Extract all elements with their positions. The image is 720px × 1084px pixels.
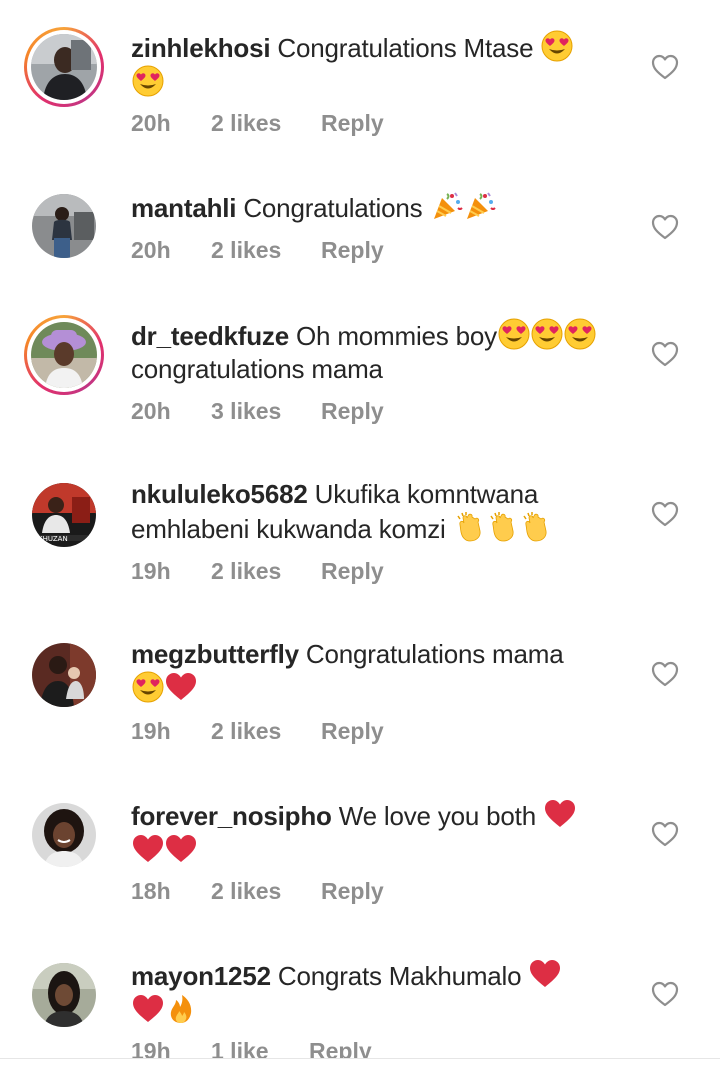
comment-likes[interactable]: 2 likes — [211, 237, 281, 264]
avatar[interactable] — [24, 186, 104, 266]
comment-likes[interactable]: 2 likes — [211, 558, 281, 585]
comment-text: mayon1252 Congrats Makhumalo — [131, 958, 621, 1028]
clap-emoji-icon — [454, 511, 486, 543]
comment-text: megzbutterfly Congratulations mama — [131, 638, 621, 706]
comment-body: Oh mommies boy — [296, 321, 497, 351]
comment-body: Congratulations — [243, 193, 423, 223]
comment-time: 20h — [131, 398, 171, 424]
clap-emoji-icon — [487, 511, 519, 543]
avatar[interactable] — [24, 955, 104, 1035]
comment-likes[interactable]: 2 likes — [211, 878, 281, 905]
comment-body-line2: congratulations mama — [131, 354, 383, 384]
red-heart-emoji-icon — [165, 671, 197, 703]
heart-eyes-emoji-icon — [564, 318, 596, 350]
comment-body-line2: emhlabeni kukwanda komzi — [131, 514, 446, 544]
like-heart-icon[interactable] — [651, 341, 679, 367]
comment-time: 20h — [131, 110, 171, 136]
reply-button[interactable]: Reply — [321, 558, 384, 585]
comment-body: Ukufika komntwana — [314, 479, 539, 509]
comment-time: 18h — [131, 878, 171, 904]
comment-time: 20h — [131, 237, 171, 263]
red-heart-emoji-icon — [529, 958, 561, 990]
comment-text: zinhlekhosi Congratulations Mtase — [131, 30, 621, 100]
fire-emoji-icon — [165, 993, 197, 1025]
avatar[interactable] — [24, 795, 104, 875]
comment-input-bar — [0, 1058, 720, 1084]
comment-username[interactable]: mayon1252 — [131, 961, 271, 991]
comment-time: 19h — [131, 718, 171, 744]
comment-likes[interactable]: 2 likes — [211, 110, 281, 137]
comment-likes[interactable]: 3 likes — [211, 398, 281, 425]
clap-emoji-icon — [520, 511, 552, 543]
heart-eyes-emoji-icon — [541, 30, 573, 62]
red-heart-emoji-icon — [544, 798, 576, 830]
party-popper-emoji-icon — [464, 190, 496, 222]
avatar[interactable] — [24, 635, 104, 715]
reply-button[interactable]: Reply — [321, 398, 384, 425]
comment-body: Congratulations mama — [305, 639, 564, 669]
comment-username[interactable]: mantahli — [131, 193, 237, 223]
reply-button[interactable]: Reply — [321, 110, 384, 137]
like-heart-icon[interactable] — [651, 821, 679, 847]
like-heart-icon[interactable] — [651, 214, 679, 240]
heart-eyes-emoji-icon — [132, 65, 164, 97]
avatar[interactable] — [24, 315, 104, 395]
comment-username[interactable]: nkululeko5682 — [131, 479, 308, 509]
red-heart-emoji-icon — [132, 833, 164, 865]
comment-time: 19h — [131, 558, 171, 584]
comment-body: Congratulations Mtase — [277, 33, 534, 63]
comment-text: dr_teedkfuze Oh mommies boy congratulati… — [131, 318, 621, 386]
avatar[interactable] — [24, 27, 104, 107]
red-heart-emoji-icon — [132, 993, 164, 1025]
party-popper-emoji-icon — [431, 190, 463, 222]
like-heart-icon[interactable] — [651, 54, 679, 80]
like-heart-icon[interactable] — [651, 981, 679, 1007]
heart-eyes-emoji-icon — [498, 318, 530, 350]
heart-eyes-emoji-icon — [132, 671, 164, 703]
comment-text: mantahli Congratulations — [131, 190, 621, 225]
like-heart-icon[interactable] — [651, 661, 679, 687]
comment-text: nkululeko5682 Ukufika komntwana emhlaben… — [131, 478, 621, 546]
like-heart-icon[interactable] — [651, 501, 679, 527]
red-heart-emoji-icon — [165, 833, 197, 865]
reply-button[interactable]: Reply — [321, 237, 384, 264]
reply-button[interactable]: Reply — [321, 718, 384, 745]
comment-username[interactable]: megzbutterfly — [131, 639, 299, 669]
comment-username[interactable]: dr_teedkfuze — [131, 321, 289, 351]
comment-username[interactable]: forever_nosipho — [131, 801, 332, 831]
comment-likes[interactable]: 2 likes — [211, 718, 281, 745]
avatar[interactable]: KHUZAN — [24, 475, 104, 555]
reply-button[interactable]: Reply — [321, 878, 384, 905]
svg-text:KHUZAN: KHUZAN — [38, 535, 68, 543]
comment-username[interactable]: zinhlekhosi — [131, 33, 271, 63]
comment-text: forever_nosipho We love you both — [131, 798, 621, 868]
comment-body: Congrats Makhumalo — [277, 961, 522, 991]
comment-body: We love you both — [338, 801, 536, 831]
heart-eyes-emoji-icon — [531, 318, 563, 350]
